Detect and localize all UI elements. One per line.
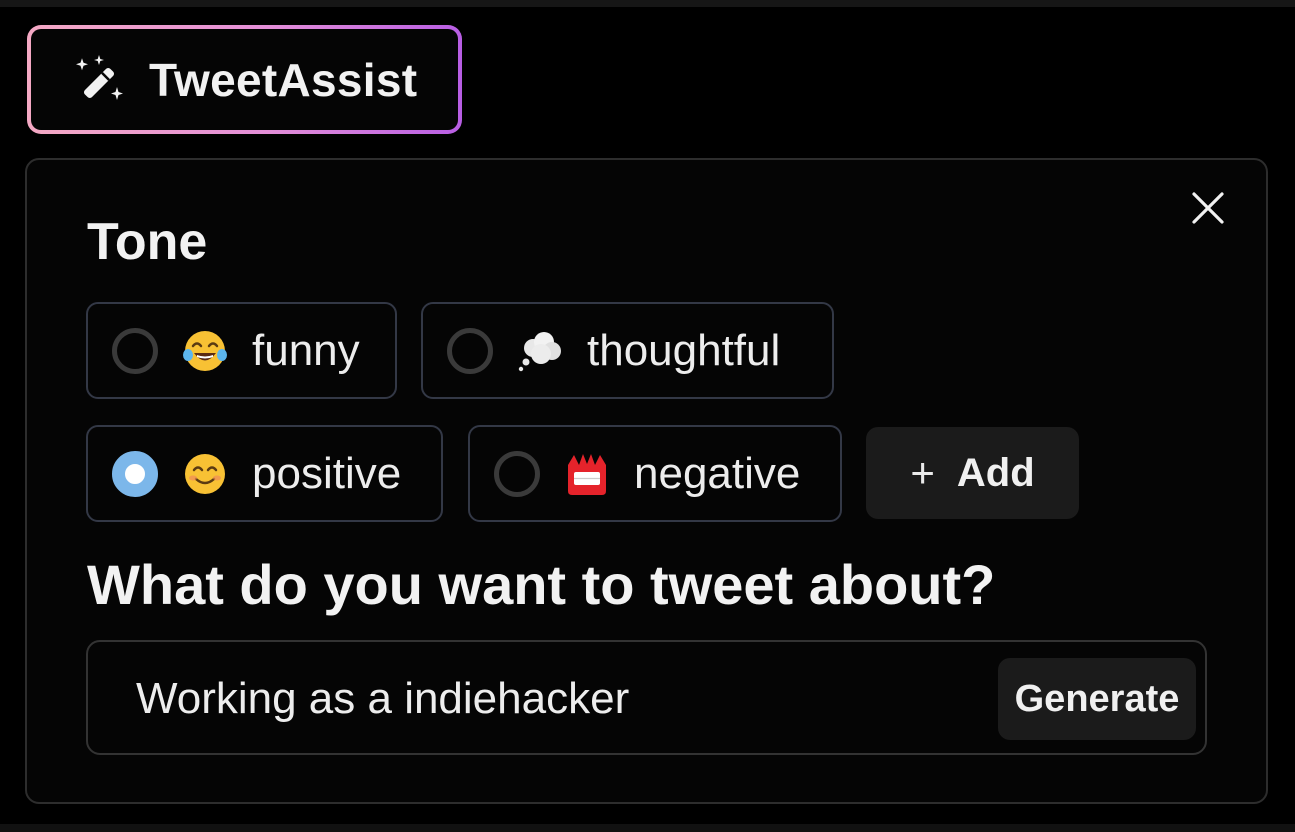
angry-symbol-face-icon bbox=[568, 453, 606, 495]
radio-button-selected[interactable] bbox=[112, 450, 158, 497]
smiling-face-icon bbox=[185, 453, 225, 494]
tone-option-funny[interactable]: funny bbox=[86, 302, 397, 399]
top-bar bbox=[0, 0, 1295, 7]
tone-heading: Tone bbox=[87, 213, 208, 271]
close-button[interactable] bbox=[1188, 188, 1228, 228]
tweet-topic-input[interactable] bbox=[136, 664, 986, 734]
magic-wand-icon bbox=[76, 54, 123, 100]
tweetassist-button[interactable]: TweetAssist bbox=[27, 25, 462, 134]
tone-label-negative: negative bbox=[634, 448, 801, 498]
thought-balloon-icon bbox=[518, 331, 561, 371]
tweetassist-label: TweetAssist bbox=[149, 53, 418, 106]
close-icon bbox=[1192, 192, 1224, 224]
face-with-tears-of-joy-icon bbox=[183, 330, 227, 371]
radio-button[interactable] bbox=[494, 450, 540, 497]
tone-option-negative[interactable]: negative bbox=[468, 425, 842, 522]
plus-icon: + bbox=[910, 449, 935, 496]
bottom-bar bbox=[0, 824, 1295, 832]
tone-label-positive: positive bbox=[252, 448, 402, 498]
tweet-topic-field: Generate bbox=[86, 640, 1207, 755]
radio-button[interactable] bbox=[112, 327, 158, 374]
tweet-topic-heading: What do you want to tweet about? bbox=[87, 553, 996, 616]
tweetassist-button-inner: TweetAssist bbox=[31, 29, 458, 130]
generate-button[interactable]: Generate bbox=[998, 658, 1196, 740]
radio-button[interactable] bbox=[447, 327, 493, 374]
tone-label-funny: funny bbox=[252, 325, 360, 375]
tone-option-positive[interactable]: positive bbox=[86, 425, 443, 522]
add-tone-button[interactable]: + Add bbox=[866, 427, 1079, 519]
add-label: Add bbox=[956, 450, 1035, 495]
tone-label-thoughtful: thoughtful bbox=[587, 325, 781, 375]
tone-option-thoughtful[interactable]: thoughtful bbox=[421, 302, 834, 399]
